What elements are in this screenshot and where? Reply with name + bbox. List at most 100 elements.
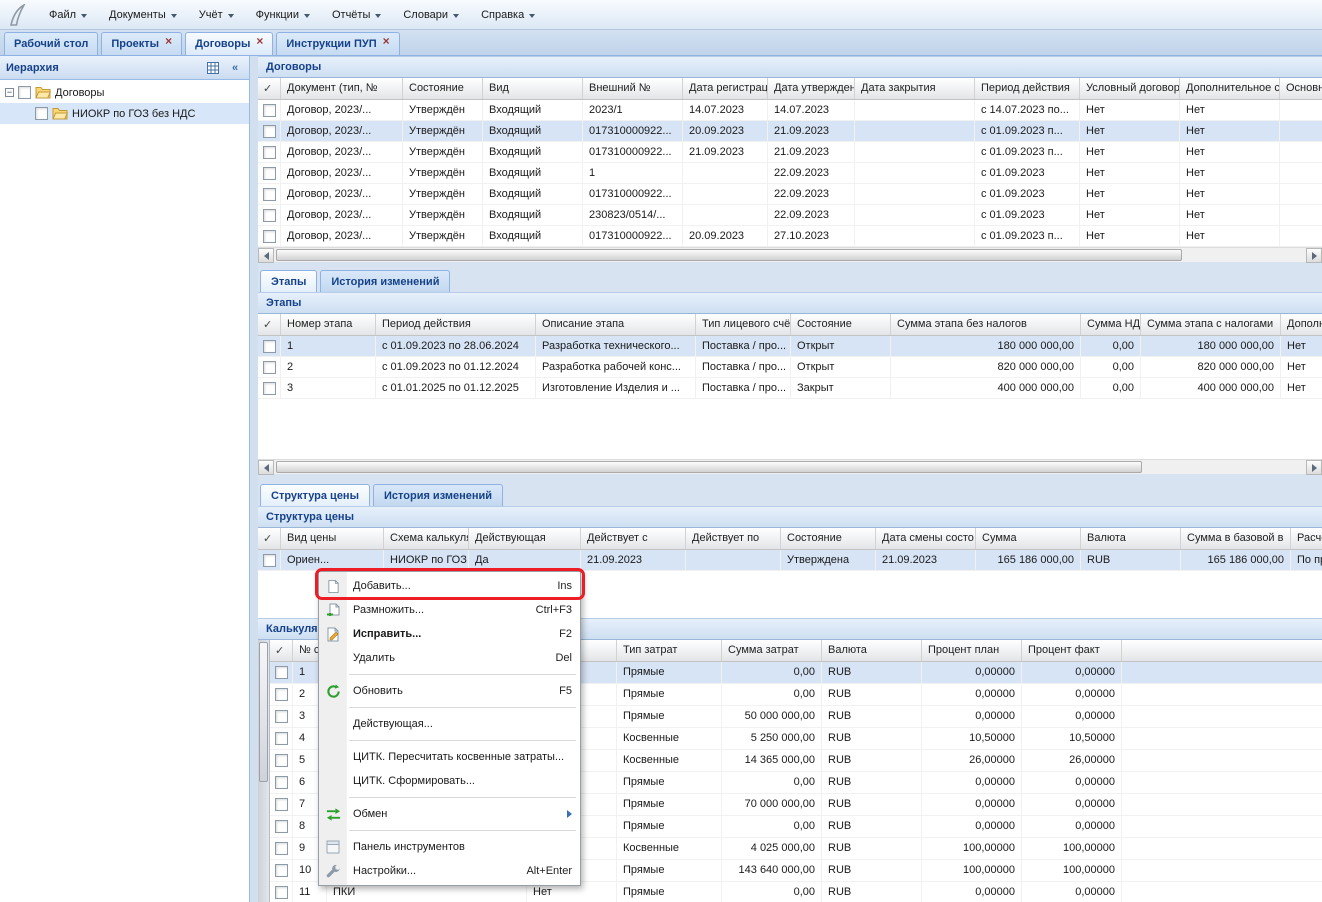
column-header-4[interactable]: Тип лицевого счёт <box>696 314 791 335</box>
column-header-8[interactable]: Процент факт <box>1022 640 1122 661</box>
checkbox[interactable] <box>275 820 288 833</box>
menubar-item-2[interactable]: Документы <box>98 0 188 29</box>
table-row[interactable]: Договор, 2023/...УтверждёнВходящий017310… <box>258 184 1322 205</box>
column-header-9[interactable]: Валюта <box>1081 528 1181 549</box>
tree-node-1[interactable]: −Договоры <box>0 82 249 103</box>
column-header-5[interactable]: Дата регистрации <box>683 78 768 99</box>
price-tab-1[interactable]: Структура цены <box>260 484 370 506</box>
panel-splitter[interactable] <box>250 56 258 902</box>
column-header-1[interactable]: Номер этапа <box>281 314 376 335</box>
column-header-10[interactable]: Сумма в базовой в <box>1181 528 1291 549</box>
table-row[interactable]: Договор, 2023/...УтверждёнВходящий230823… <box>258 205 1322 226</box>
tree-node-2[interactable]: НИОКР по ГОЗ без НДС <box>0 103 249 124</box>
menubar-item-3[interactable]: Учёт <box>188 0 245 29</box>
scroll-left-button[interactable] <box>258 460 274 475</box>
checkbox[interactable] <box>275 886 288 899</box>
checkbox[interactable] <box>275 842 288 855</box>
column-header-8[interactable]: Сумма <box>976 528 1081 549</box>
tab-2[interactable]: Проекты× <box>101 32 182 55</box>
select-all-column-header[interactable]: ✓ <box>258 314 281 335</box>
collapse-toggle-icon[interactable]: − <box>5 88 14 97</box>
checkbox[interactable] <box>275 732 288 745</box>
context-menu-item-4[interactable]: УдалитьDel <box>319 646 580 670</box>
table-row[interactable]: Договор, 2023/...УтверждёнВходящий017310… <box>258 121 1322 142</box>
column-header-7[interactable]: Дата смены состо <box>876 528 976 549</box>
checkbox[interactable] <box>275 666 288 679</box>
table-row[interactable]: 2с 01.09.2023 по 01.12.2024Разработка ра… <box>258 357 1322 378</box>
checkbox[interactable] <box>275 710 288 723</box>
checkbox[interactable] <box>263 382 276 395</box>
tab-4[interactable]: Инструкции ПУП× <box>276 32 399 55</box>
tab-1[interactable]: Рабочий стол <box>4 32 98 55</box>
scrollbar-thumb[interactable] <box>276 249 1182 261</box>
checkbox[interactable] <box>263 554 276 567</box>
column-header-11[interactable]: Основн <box>1280 78 1322 99</box>
table-row[interactable]: 1с 01.09.2023 по 28.06.2024Разработка те… <box>258 336 1322 357</box>
table-row[interactable]: Договор, 2023/...УтверждёнВходящий017310… <box>258 226 1322 247</box>
column-header-9[interactable]: Дополн <box>1281 314 1322 335</box>
scroll-right-button[interactable] <box>1306 248 1322 263</box>
context-menu-item-11[interactable]: ЦИТК. Сформировать... <box>319 769 580 793</box>
context-menu-item-13[interactable]: Обмен <box>319 802 580 826</box>
table-row[interactable]: 3с 01.01.2025 по 01.12.2025Изготовление … <box>258 378 1322 399</box>
table-row[interactable]: Договор, 2023/...УтверждёнВходящий017310… <box>258 142 1322 163</box>
column-header-6[interactable]: Валюта <box>822 640 922 661</box>
column-header-2[interactable]: Период действия <box>376 314 536 335</box>
column-header-11[interactable]: Расчёт <box>1291 528 1322 549</box>
close-icon[interactable]: × <box>165 36 172 46</box>
column-header-3[interactable]: Действующая <box>469 528 581 549</box>
checkbox[interactable] <box>263 104 276 117</box>
table-row[interactable]: Договор, 2023/...УтверждёнВходящий2023/1… <box>258 100 1322 121</box>
checkbox[interactable] <box>275 798 288 811</box>
menubar-item-6[interactable]: Словари <box>392 0 470 29</box>
checkbox[interactable] <box>275 754 288 767</box>
column-header-2[interactable]: Схема калькуляци <box>384 528 469 549</box>
column-header-5[interactable]: Сумма затрат <box>722 640 822 661</box>
contracts-horizontal-scrollbar[interactable] <box>258 247 1322 262</box>
scrollbar-thumb[interactable] <box>259 642 268 782</box>
menubar-item-4[interactable]: Функции <box>245 0 321 29</box>
checkbox[interactable] <box>18 86 31 99</box>
checkbox[interactable] <box>263 167 276 180</box>
context-menu-item-3[interactable]: Исправить...F2 <box>319 622 580 646</box>
column-header-7[interactable]: Дата закрытия <box>855 78 975 99</box>
context-menu-item-2[interactable]: Размножить...Ctrl+F3 <box>319 598 580 622</box>
column-header-4[interactable]: Тип затрат <box>617 640 722 661</box>
scroll-left-button[interactable] <box>258 248 274 263</box>
column-header-9[interactable]: Условный договор <box>1080 78 1180 99</box>
column-header-8[interactable]: Сумма этапа с налогами <box>1141 314 1281 335</box>
context-menu-item-1[interactable]: Добавить...Ins <box>319 574 580 598</box>
column-header-1[interactable]: Документ (тип, № <box>281 78 403 99</box>
column-header-2[interactable]: Состояние <box>403 78 483 99</box>
stages-tab-2[interactable]: История изменений <box>320 270 450 292</box>
stages-tab-1[interactable]: Этапы <box>260 270 317 292</box>
checkbox[interactable] <box>263 146 276 159</box>
column-header-7[interactable]: Сумма НДС этапа <box>1081 314 1141 335</box>
select-all-column-header[interactable]: ✓ <box>258 528 281 549</box>
checkbox[interactable] <box>263 230 276 243</box>
collapse-panel-button[interactable]: « <box>227 60 243 76</box>
price-tab-2[interactable]: История изменений <box>373 484 503 506</box>
scroll-right-button[interactable] <box>1306 460 1322 475</box>
table-row[interactable]: Ориен...НИОКР по ГОЗДа21.09.2023Утвержде… <box>258 550 1322 571</box>
checkbox[interactable] <box>275 776 288 789</box>
column-header-4[interactable]: Внешний № <box>583 78 683 99</box>
select-all-column-header[interactable]: ✓ <box>258 78 281 99</box>
table-row[interactable]: Договор, 2023/...УтверждёнВходящий122.09… <box>258 163 1322 184</box>
checkbox[interactable] <box>263 125 276 138</box>
column-header-6[interactable]: Состояние <box>781 528 876 549</box>
column-header-3[interactable]: Вид <box>483 78 583 99</box>
context-menu-item-6[interactable]: ОбновитьF5 <box>319 679 580 703</box>
context-menu-item-16[interactable]: Настройки...Alt+Enter <box>319 859 580 883</box>
column-header-7[interactable]: Процент план <box>922 640 1022 661</box>
menubar-item-5[interactable]: Отчёты <box>321 0 392 29</box>
select-all-column-header[interactable]: ✓ <box>270 640 293 661</box>
column-header-8[interactable]: Период действия <box>975 78 1080 99</box>
grid-settings-icon[interactable] <box>205 60 221 76</box>
column-header-5[interactable]: Состояние <box>791 314 891 335</box>
stages-horizontal-scrollbar[interactable] <box>258 459 1322 474</box>
column-header-6[interactable]: Дата утверждения <box>768 78 855 99</box>
checkbox[interactable] <box>263 340 276 353</box>
context-menu-item-8[interactable]: Действующая... <box>319 712 580 736</box>
checkbox[interactable] <box>35 107 48 120</box>
